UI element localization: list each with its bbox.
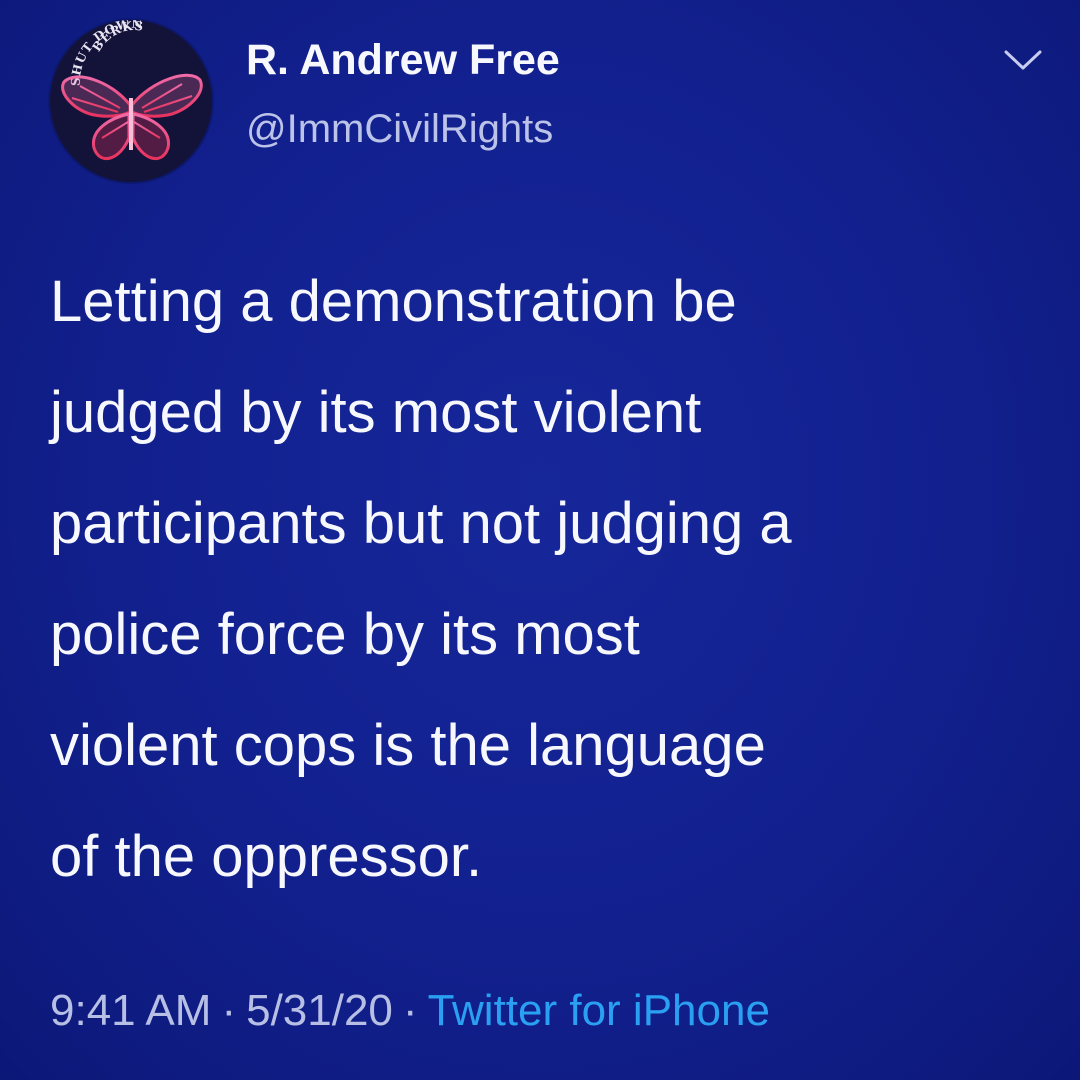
tweet-card: SHUT DOWN BERKS R. Andrew Free @ImmCivil… [0, 0, 1080, 1080]
avatar[interactable]: SHUT DOWN BERKS [50, 20, 212, 182]
tweet-text: Letting a demonstration be judged by its… [50, 246, 1060, 912]
tweet-text-line: judged by its most violent [50, 380, 702, 445]
meta-separator: · [402, 986, 418, 1035]
butterfly-icon: SHUT DOWN BERKS [61, 20, 203, 161]
display-name[interactable]: R. Andrew Free [246, 36, 560, 85]
tweet-text-line: of the oppressor. [50, 824, 483, 889]
chevron-down-icon[interactable] [1000, 40, 1046, 80]
tweet-meta: 9:41 AM · 5/31/20 · Twitter for iPhone [50, 986, 770, 1036]
tweet-source-link[interactable]: Twitter for iPhone [428, 986, 770, 1035]
tweet-text-line: violent cops is the language [50, 713, 766, 778]
tweet-date[interactable]: 5/31/20 [246, 986, 393, 1035]
tweet-text-line: police force by its most [50, 602, 640, 667]
meta-separator: · [221, 986, 237, 1035]
tweet-text-line: participants but not judging a [50, 491, 792, 556]
tweet-time: 9:41 AM [50, 986, 212, 1035]
user-handle[interactable]: @ImmCivilRights [246, 107, 553, 152]
tweet-text-line: Letting a demonstration be [50, 269, 737, 334]
